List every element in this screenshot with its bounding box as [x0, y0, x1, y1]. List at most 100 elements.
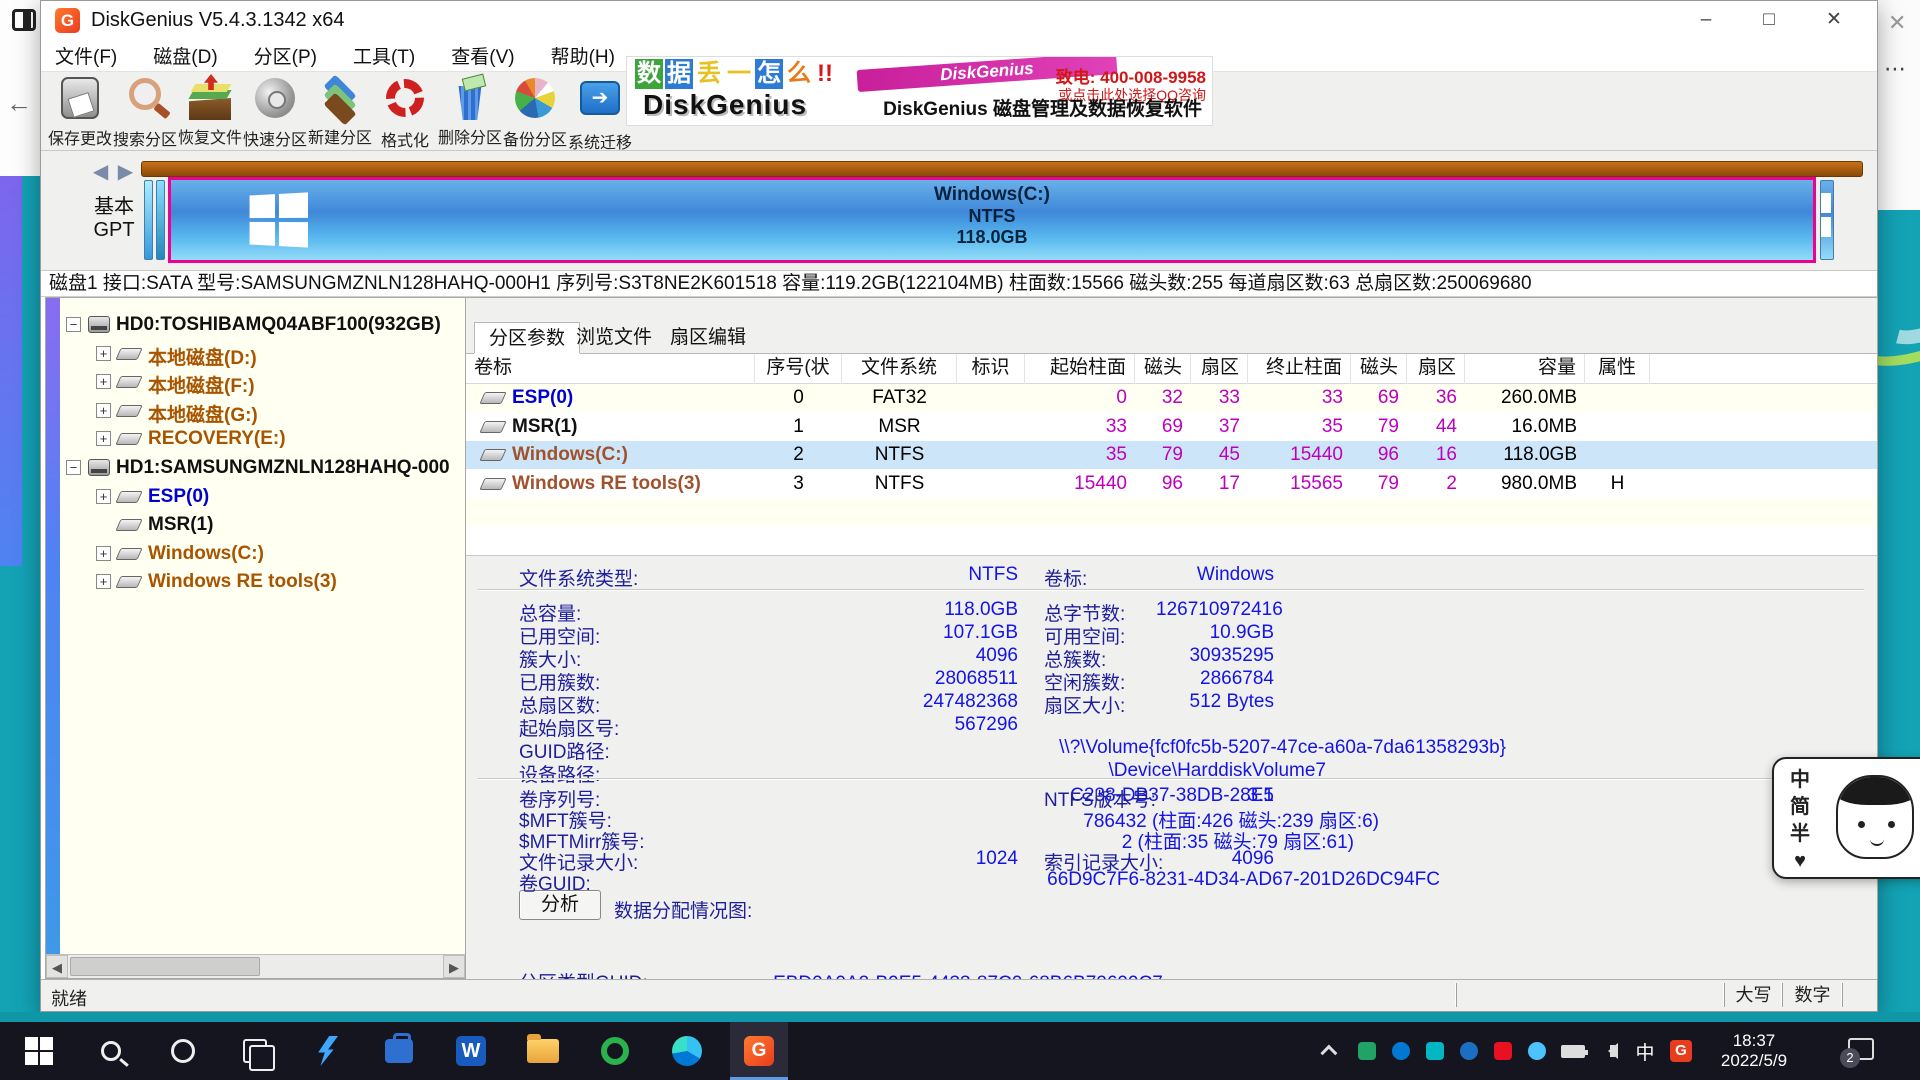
minimize-button[interactable]: –: [1681, 1, 1731, 39]
scroll-left-icon[interactable]: ◀: [46, 955, 68, 978]
tree-expander-icon[interactable]: +: [96, 431, 111, 446]
menu-item-0[interactable]: 文件(F): [51, 40, 121, 71]
table-row[interactable]: Windows(C:)2NTFS357945154409616118.0GB: [466, 441, 1877, 469]
tray-diskgenius-icon[interactable]: G: [1664, 1022, 1698, 1080]
column-header-终止柱面[interactable]: 终止柱面: [1248, 354, 1351, 384]
column-header-容量[interactable]: 容量: [1465, 354, 1585, 384]
edge-browser-icon[interactable]: [658, 1022, 716, 1080]
taskbar-clock[interactable]: 18:37 2022/5/9: [1706, 1031, 1802, 1071]
disk-nav-arrows[interactable]: ◀ ▶: [79, 159, 149, 184]
tray-ime-indicator[interactable]: 中: [1628, 1022, 1662, 1080]
table-row[interactable]: Windows RE tools(3)3NTFS1544096171556579…: [466, 470, 1877, 498]
column-header-标识[interactable]: 标识: [957, 354, 1025, 384]
menu-item-4[interactable]: 查看(V): [447, 40, 518, 71]
file-explorer-icon[interactable]: [514, 1022, 572, 1080]
menu-item-2[interactable]: 分区(P): [250, 40, 321, 71]
scroll-right-icon[interactable]: ▶: [443, 955, 465, 978]
table-row[interactable]: [466, 527, 1877, 555]
green-browser-icon[interactable]: [586, 1022, 644, 1080]
cortana-icon[interactable]: [154, 1022, 212, 1080]
toolbar-button-新建分区[interactable]: 新建分区: [307, 75, 373, 149]
column-header-属性[interactable]: 属性: [1585, 354, 1650, 384]
tree-expander-icon[interactable]: −: [66, 460, 81, 475]
toolbar-button-格式化[interactable]: 格式化: [372, 75, 438, 149]
table-row[interactable]: ESP(0)0FAT3203233336936260.0MB: [466, 384, 1877, 412]
background-close-icon[interactable]: ✕: [1888, 10, 1906, 36]
column-header-扇区[interactable]: 扇区: [1407, 354, 1465, 384]
tray-chevron-up-icon[interactable]: [1314, 1022, 1348, 1080]
column-header-扇区[interactable]: 扇区: [1191, 354, 1248, 384]
toolbar-button-删除分区[interactable]: 删除分区: [437, 75, 503, 149]
tree-item-本地磁盘(F:)[interactable]: +本地磁盘(F:): [46, 369, 465, 395]
menu-item-5[interactable]: 帮助(H): [547, 40, 619, 71]
partition-strip-re-tools[interactable]: [1820, 180, 1834, 260]
tree-item-Windows(C:)[interactable]: +Windows(C:): [46, 541, 465, 567]
search-icon[interactable]: [82, 1022, 140, 1080]
status-resize-grip[interactable]: [1842, 983, 1878, 1007]
word-app-icon[interactable]: W: [442, 1022, 500, 1080]
menu-item-1[interactable]: 磁盘(D): [149, 40, 221, 71]
tree-expander-icon[interactable]: +: [96, 374, 111, 389]
tree-expander-icon[interactable]: +: [96, 546, 111, 561]
scrollbar-thumb[interactable]: [70, 957, 260, 976]
toolbar-button-保存更改[interactable]: 保存更改: [47, 75, 113, 149]
tray-blue-app-icon[interactable]: [1384, 1022, 1418, 1080]
column-header-文件系统[interactable]: 文件系统: [842, 354, 957, 384]
action-center-icon[interactable]: 2: [1848, 1038, 1874, 1060]
ad-slogan-char: 么: [785, 59, 813, 89]
tree-item-本地磁盘(D:)[interactable]: +本地磁盘(D:): [46, 341, 465, 367]
toolbar-button-搜索分区[interactable]: 搜索分区: [112, 75, 178, 149]
table-row[interactable]: MSR(1)1MSR33693735794416.0MB: [466, 413, 1877, 441]
tray-qq-app-icon[interactable]: [1452, 1022, 1486, 1080]
partition-strip-esp[interactable]: [144, 180, 153, 260]
tree-expander-icon[interactable]: −: [66, 317, 81, 332]
column-header-序号(状态)[interactable]: 序号(状态): [755, 354, 842, 384]
toolbar-button-系统迁移[interactable]: ➔系统迁移: [567, 75, 633, 149]
tray-teal-app-icon[interactable]: [1418, 1022, 1452, 1080]
partition-strip-msr[interactable]: [156, 180, 165, 260]
tray-volume-icon[interactable]: [1592, 1022, 1626, 1080]
ad-banner[interactable]: 数据丢一怎么!! DiskGenius DiskGenius 致电: 400-0…: [626, 56, 1213, 126]
tree-item-ESP(0)[interactable]: +ESP(0): [46, 484, 465, 510]
titlebar: G DiskGenius V5.4.3.1342 x64 – □ ✕: [41, 1, 1877, 39]
tree-item-本地磁盘(G:)[interactable]: +本地磁盘(G:): [46, 398, 465, 424]
tree-horizontal-scrollbar[interactable]: ◀ ▶: [46, 954, 465, 978]
flash-app-icon[interactable]: [298, 1022, 356, 1080]
tree-expander-icon[interactable]: +: [96, 574, 111, 589]
windows-start-icon[interactable]: [10, 1022, 68, 1080]
toolbar-button-恢复文件[interactable]: 恢复文件: [177, 75, 243, 149]
toolbar-button-备份分区[interactable]: 备份分区: [502, 75, 568, 149]
tree-item-HD0:TOSHIBAMQ04ABF100(932GB)[interactable]: −HD0:TOSHIBAMQ04ABF100(932GB): [46, 312, 465, 338]
tree-item-RECOVERY(E:)[interactable]: +RECOVERY(E:): [46, 426, 465, 452]
column-header-卷标[interactable]: 卷标: [466, 354, 755, 384]
diskgenius-app-icon[interactable]: G: [730, 1022, 788, 1080]
column-header-起始柱面[interactable]: 起始柱面: [1025, 354, 1135, 384]
tree-item-MSR(1)[interactable]: MSR(1): [46, 512, 465, 538]
tree-expander-icon[interactable]: +: [96, 403, 111, 418]
tray-battery-icon[interactable]: [1556, 1022, 1590, 1080]
tree-expander-icon[interactable]: +: [96, 489, 111, 504]
column-header-磁头[interactable]: 磁头: [1351, 354, 1407, 384]
tray-red-app-icon[interactable]: [1486, 1022, 1520, 1080]
ad-subtitle: DiskGenius 磁盘管理及数据恢复软件: [883, 94, 1202, 121]
menu-item-3[interactable]: 工具(T): [349, 40, 419, 71]
tab-扇区编辑[interactable]: 扇区编辑: [656, 322, 760, 354]
tree-item-Windows RE tools(3)[interactable]: +Windows RE tools(3): [46, 569, 465, 595]
task-view-icon[interactable]: [226, 1022, 284, 1080]
overflow-ellipsis-icon[interactable]: ⋯: [1884, 56, 1906, 82]
store-app-icon[interactable]: [370, 1022, 428, 1080]
tray-green-app-icon[interactable]: [1350, 1022, 1384, 1080]
tray-snowflake-icon[interactable]: [1520, 1022, 1554, 1080]
tab-浏览文件[interactable]: 浏览文件: [562, 322, 666, 354]
table-row[interactable]: [466, 498, 1877, 526]
back-arrow-icon[interactable]: ←: [6, 88, 32, 119]
search-partition-icon: [122, 78, 168, 124]
close-button[interactable]: ✕: [1809, 1, 1859, 39]
service-widget[interactable]: 中简半♥: [1772, 757, 1920, 879]
column-header-磁头[interactable]: 磁头: [1135, 354, 1191, 384]
toolbar-button-快速分区[interactable]: 快速分区: [242, 75, 308, 149]
partition-strip-windows-c[interactable]: Windows(C:) NTFS 118.0GB: [168, 177, 1816, 263]
tree-item-HD1:SAMSUNGMZNLN128HAHQ-000[interactable]: −HD1:SAMSUNGMZNLN128HAHQ-000: [46, 455, 465, 481]
tree-expander-icon[interactable]: +: [96, 346, 111, 361]
maximize-button[interactable]: □: [1744, 1, 1794, 39]
